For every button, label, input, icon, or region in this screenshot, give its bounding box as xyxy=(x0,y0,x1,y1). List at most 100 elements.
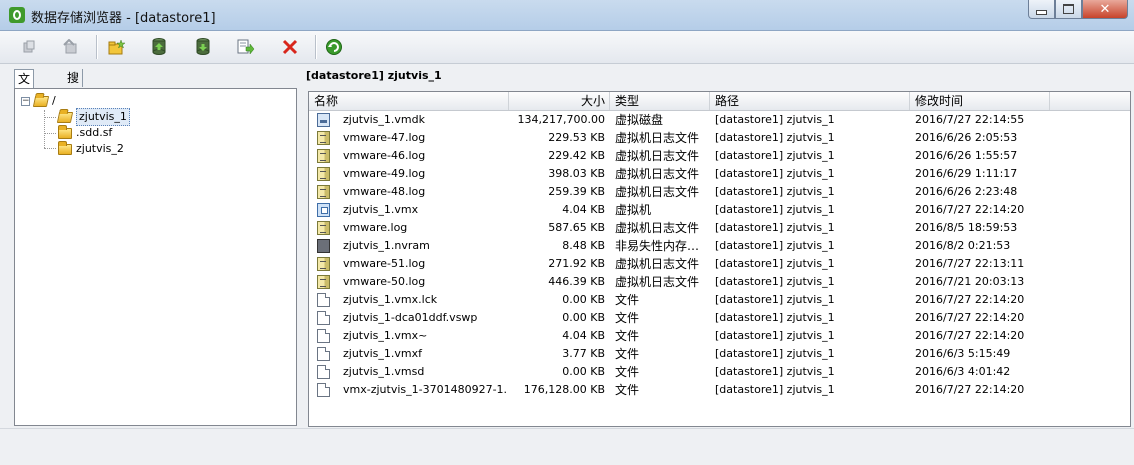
table-row[interactable]: zjutvis_1.vmdk 134,217,700.00 虚拟磁盘 [datasto… xyxy=(309,111,1130,129)
file-size-cell: 446.39 KB xyxy=(548,275,605,288)
upload-to-datastore-button[interactable] xyxy=(148,36,170,58)
file-modified-cell: 2016/7/27 22:14:20 xyxy=(915,329,1025,342)
file-modified-cell: 2016/6/26 2:23:48 xyxy=(915,185,1018,198)
tree-item-sdd-sf[interactable]: .sdd.sf xyxy=(58,124,112,141)
file-name-cell: vmware.log xyxy=(343,221,408,234)
up-level-button[interactable] xyxy=(60,36,82,58)
log-file-icon xyxy=(317,167,330,181)
table-row[interactable]: vmware-47.log 229.53 KB 虚拟机日志文件 [datastore1… xyxy=(309,129,1130,147)
file-modified-cell: 2016/7/21 20:03:13 xyxy=(915,275,1025,288)
column-header-size[interactable]: 大小 xyxy=(509,92,610,110)
download-from-datastore-button[interactable] xyxy=(192,36,214,58)
column-header-path[interactable]: 路径 xyxy=(710,92,910,110)
log-file-icon xyxy=(317,149,330,163)
close-icon: ✕ xyxy=(1099,1,1111,17)
file-type-cell: 文件 xyxy=(615,383,640,397)
minimize-button[interactable] xyxy=(1028,0,1055,19)
tree-item-root[interactable]: / xyxy=(32,93,56,109)
table-row[interactable]: vmware-51.log 271.92 KB 虚拟机日志文件 [datastore1… xyxy=(309,255,1130,273)
folder-tree: − / zjutvis_1 .sdd.sf zjutvis_2 xyxy=(14,88,297,426)
file-name-cell: vmx-zjutvis_1-3701480927-1.v... xyxy=(343,383,507,396)
file-name-cell: vmware-46.log xyxy=(343,149,426,162)
file-size-cell: 134,217,700.00 xyxy=(517,113,605,126)
table-row[interactable]: zjutvis_1.vmsd 0.00 KB 文件 [datastore1] zjut… xyxy=(309,363,1130,381)
file-type-cell: 虚拟机 xyxy=(615,203,652,217)
generic-file-icon xyxy=(317,347,330,361)
minimize-icon xyxy=(1036,10,1047,15)
log-file-icon xyxy=(317,131,330,145)
tree-collapse-toggle[interactable]: − xyxy=(21,97,30,106)
file-path-cell: [datastore1] zjutvis_1 xyxy=(715,311,835,324)
file-type-cell: 虚拟机日志文件 xyxy=(615,257,700,271)
file-name-cell: zjutvis_1.nvram xyxy=(343,239,430,252)
file-path-cell: [datastore1] zjutvis_1 xyxy=(715,365,835,378)
register-vm-icon xyxy=(237,39,255,55)
file-path-cell: [datastore1] zjutvis_1 xyxy=(715,167,835,180)
table-row[interactable]: vmware.log 587.65 KB 虚拟机日志文件 [datastore1] z… xyxy=(309,219,1130,237)
table-row[interactable]: vmware-46.log 229.42 KB 虚拟机日志文件 [datastore1… xyxy=(309,147,1130,165)
nvram-file-icon xyxy=(317,239,330,253)
vm-file-icon xyxy=(317,203,330,217)
tree-item-label: zjutvis_2 xyxy=(76,142,124,155)
refresh-button[interactable] xyxy=(323,36,345,58)
table-row[interactable]: zjutvis_1.vmx~ 4.04 KB 文件 [datastore1] zjut… xyxy=(309,327,1130,345)
new-folder-button[interactable] xyxy=(106,36,128,58)
refresh-icon xyxy=(326,39,342,55)
file-size-cell: 587.65 KB xyxy=(548,221,605,234)
table-row[interactable]: zjutvis_1.nvram 8.48 KB 非易失性内存… [datastore1… xyxy=(309,237,1130,255)
file-type-cell: 文件 xyxy=(615,365,640,379)
table-row[interactable]: vmware-49.log 398.03 KB 虚拟机日志文件 [datastore1… xyxy=(309,165,1130,183)
tree-item-zjutvis-1[interactable]: zjutvis_1 xyxy=(56,108,130,126)
tree-item-label: zjutvis_1 xyxy=(76,108,130,126)
file-modified-cell: 2016/7/27 22:14:20 xyxy=(915,203,1025,216)
file-name-cell: zjutvis_1.vmx~ xyxy=(343,329,428,342)
table-row[interactable]: zjutvis_1-dca01ddf.vswp 0.00 KB 文件 [datasto… xyxy=(309,309,1130,327)
file-name-cell: zjutvis_1.vmx.lck xyxy=(343,293,438,306)
file-size-cell: 229.42 KB xyxy=(548,149,605,162)
maximize-button[interactable] xyxy=(1055,0,1082,19)
column-header-type[interactable]: 类型 xyxy=(610,92,710,110)
tab-folders[interactable]: 文件夹 xyxy=(14,69,35,122)
table-row[interactable]: vmware-50.log 446.39 KB 虚拟机日志文件 [datastore1… xyxy=(309,273,1130,291)
back-icon xyxy=(23,40,35,53)
file-path-cell: [datastore1] zjutvis_1 xyxy=(715,239,835,252)
log-file-icon xyxy=(317,185,330,199)
table-row[interactable]: vmware-48.log 259.39 KB 虚拟机日志文件 [datastore1… xyxy=(309,183,1130,201)
file-modified-cell: 2016/7/27 22:14:20 xyxy=(915,293,1025,306)
file-name-cell: vmware-47.log xyxy=(343,131,426,144)
delete-button[interactable] xyxy=(279,36,301,58)
folder-icon xyxy=(58,140,72,155)
table-row[interactable]: zjutvis_1.vmx.lck 0.00 KB 文件 [datastore1] z… xyxy=(309,291,1130,309)
close-window-button[interactable]: ✕ xyxy=(1082,0,1128,19)
file-size-cell: 8.48 KB xyxy=(562,239,605,252)
file-type-cell: 虚拟机日志文件 xyxy=(615,275,700,289)
file-path-cell: [datastore1] zjutvis_1 xyxy=(715,221,835,234)
file-path-cell: [datastore1] zjutvis_1 xyxy=(715,275,835,288)
file-modified-cell: 2016/8/2 0:21:53 xyxy=(915,239,1011,252)
vmdk-disk-icon xyxy=(317,113,330,127)
tree-item-zjutvis-2[interactable]: zjutvis_2 xyxy=(58,140,124,157)
download-datastore-icon xyxy=(196,38,210,55)
file-size-cell: 229.53 KB xyxy=(548,131,605,144)
table-row[interactable]: zjutvis_1.vmx 4.04 KB 虚拟机 [datastore1] zjut… xyxy=(309,201,1130,219)
back-button[interactable] xyxy=(18,36,40,58)
file-name-cell: vmware-49.log xyxy=(343,167,426,180)
register-vm-button[interactable] xyxy=(235,36,257,58)
column-header-modified[interactable]: 修改时间 xyxy=(910,92,1050,110)
column-header-name[interactable]: 名称 xyxy=(309,92,509,110)
file-modified-cell: 2016/7/27 22:13:11 xyxy=(915,257,1025,270)
table-row[interactable]: zjutvis_1.vmxf 3.77 KB 文件 [datastore1] zjut… xyxy=(309,345,1130,363)
generic-file-icon xyxy=(317,311,330,325)
file-size-cell: 398.03 KB xyxy=(548,167,605,180)
table-row[interactable]: vmx-zjutvis_1-3701480927-1.v... 176,128.0… xyxy=(309,381,1130,399)
tab-search[interactable]: 搜索 xyxy=(64,69,84,103)
title-bar[interactable]: 数据存储浏览器 - [datastore1] ✕ xyxy=(0,0,1134,31)
file-modified-cell: 2016/6/26 2:05:53 xyxy=(915,131,1018,144)
datastore-browser-app-icon xyxy=(9,7,25,23)
file-name-cell: vmware-50.log xyxy=(343,275,426,288)
file-size-cell: 4.04 KB xyxy=(562,203,605,216)
up-level-icon xyxy=(63,39,77,54)
file-modified-cell: 2016/6/26 1:55:57 xyxy=(915,149,1018,162)
window-title: 数据存储浏览器 - [datastore1] xyxy=(31,11,216,26)
file-size-cell: 0.00 KB xyxy=(562,365,605,378)
